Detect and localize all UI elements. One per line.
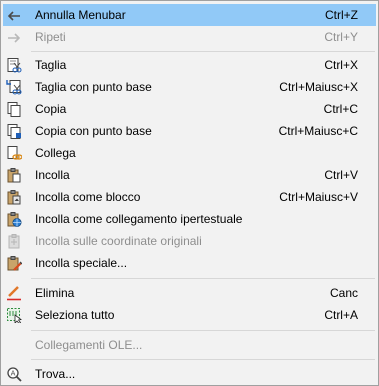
paste-special-icon bbox=[5, 254, 23, 272]
link-icon bbox=[5, 144, 23, 162]
menu-item-paste[interactable]: Incolla Ctrl+V bbox=[3, 164, 376, 186]
edit-context-menu: Annulla Menubar Ctrl+Z Ripeti Ctrl+Y Tag… bbox=[0, 0, 379, 386]
menu-item-label: Annulla Menubar bbox=[35, 8, 126, 22]
menu-item-find[interactable]: A Trova... bbox=[3, 363, 376, 385]
menu-item-cut[interactable]: Taglia Ctrl+X bbox=[3, 54, 376, 76]
select-all-icon bbox=[5, 306, 23, 324]
find-icon: A bbox=[5, 365, 23, 383]
menu-item-shortcut: Ctrl+Maiusc+X bbox=[279, 80, 358, 94]
menu-item-label: Ripeti bbox=[35, 30, 66, 44]
menu-item-shortcut: Ctrl+V bbox=[324, 168, 358, 182]
undo-icon bbox=[5, 6, 23, 24]
menu-item-copy-basepoint[interactable]: Copia con punto base Ctrl+Maiusc+C bbox=[3, 120, 376, 142]
erase-icon bbox=[5, 284, 23, 302]
menu-item-label: Incolla come collegamento ipertestuale bbox=[35, 212, 243, 226]
menu-item-paste-special[interactable]: Incolla speciale... bbox=[3, 252, 376, 274]
paste-hyperlink-icon bbox=[5, 210, 23, 228]
menu-item-erase[interactable]: Elimina Canc bbox=[3, 282, 376, 304]
menu-separator bbox=[31, 359, 375, 360]
menu-item-label: Elimina bbox=[35, 286, 75, 300]
menu-item-shortcut: Ctrl+Maiusc+V bbox=[279, 190, 358, 204]
menu-item-ole-links[interactable]: Collegamenti OLE... bbox=[3, 334, 376, 356]
menu-item-redo[interactable]: Ripeti Ctrl+Y bbox=[3, 26, 376, 48]
menu-item-label: Trova... bbox=[35, 367, 76, 381]
menu-item-label: Collega bbox=[35, 146, 76, 160]
paste-icon bbox=[5, 166, 23, 184]
menu-item-shortcut: Ctrl+X bbox=[324, 58, 358, 72]
menu-item-label: Copia con punto base bbox=[35, 124, 152, 138]
menu-item-shortcut: Ctrl+Y bbox=[324, 30, 358, 44]
svg-text:A: A bbox=[11, 370, 16, 378]
menu-item-shortcut: Ctrl+A bbox=[324, 308, 358, 322]
menu-item-cut-basepoint[interactable]: Taglia con punto base Ctrl+Maiusc+X bbox=[3, 76, 376, 98]
menu-item-label: Incolla speciale... bbox=[35, 256, 128, 270]
cut-basepoint-icon bbox=[5, 78, 23, 96]
menu-item-label: Incolla bbox=[35, 168, 70, 182]
menu-item-label: Taglia con punto base bbox=[35, 80, 152, 94]
menu-item-label: Taglia bbox=[35, 58, 67, 72]
menu-item-label: Incolla sulle coordinate originali bbox=[35, 234, 202, 248]
menu-item-shortcut: Canc bbox=[329, 286, 358, 300]
menu-separator bbox=[31, 330, 375, 331]
menu-item-shortcut: Ctrl+C bbox=[323, 102, 358, 116]
menu-separator bbox=[31, 278, 375, 279]
menu-item-link[interactable]: Collega bbox=[3, 142, 376, 164]
menu-item-label: Collegamenti OLE... bbox=[35, 338, 143, 352]
paste-block-icon bbox=[5, 188, 23, 206]
copy-basepoint-icon bbox=[5, 122, 23, 140]
paste-original-coords-icon bbox=[5, 232, 23, 250]
menu-separator bbox=[31, 51, 375, 52]
menu-item-paste-hyperlink[interactable]: Incolla come collegamento ipertestuale bbox=[3, 208, 376, 230]
menu-item-label: Incolla come blocco bbox=[35, 190, 141, 204]
menu-item-select-all[interactable]: Seleziona tutto Ctrl+A bbox=[3, 304, 376, 326]
menu-item-paste-original-coords[interactable]: Incolla sulle coordinate originali bbox=[3, 230, 376, 252]
redo-icon bbox=[5, 28, 23, 46]
menu-item-shortcut: Ctrl+Maiusc+C bbox=[278, 124, 358, 138]
menu-item-paste-block[interactable]: Incolla come blocco Ctrl+Maiusc+V bbox=[3, 186, 376, 208]
menu-item-copy[interactable]: Copia Ctrl+C bbox=[3, 98, 376, 120]
copy-icon bbox=[5, 100, 23, 118]
cut-icon bbox=[5, 56, 23, 74]
menu-item-label: Seleziona tutto bbox=[35, 308, 115, 322]
menu-item-shortcut: Ctrl+Z bbox=[325, 8, 358, 22]
menu-item-undo[interactable]: Annulla Menubar Ctrl+Z bbox=[3, 4, 376, 26]
menu-item-label: Copia bbox=[35, 102, 67, 116]
